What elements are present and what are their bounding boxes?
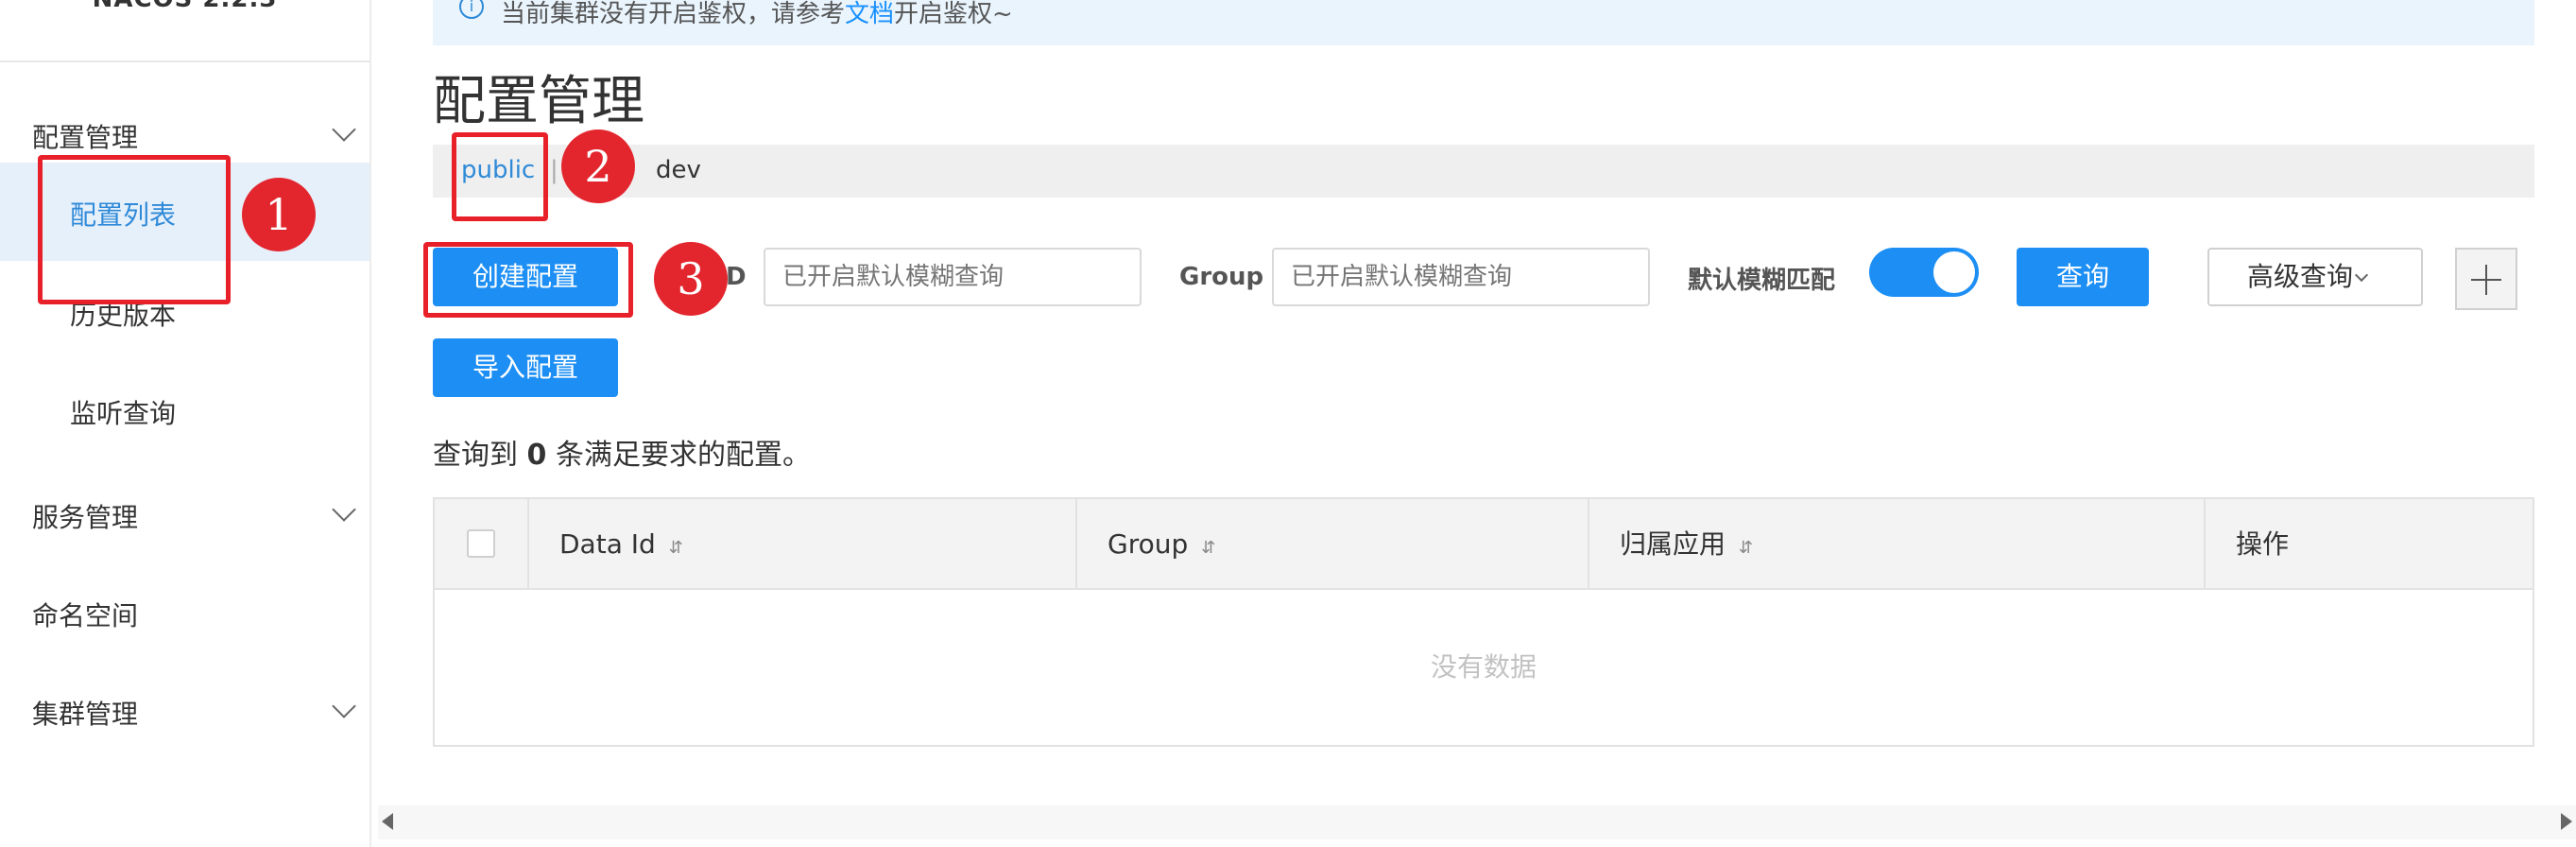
sort-icon[interactable]: ⇵ [669,538,683,558]
select-all-cell [435,499,529,590]
sidebar-group-label: 集群管理 [32,699,139,730]
annotation-highlight-box-3 [423,242,633,318]
sidebar-group-label: 服务管理 [32,502,139,533]
horizontal-scrollbar[interactable] [378,805,2576,839]
column-header-operation: 操作 [2206,499,2533,590]
brand-logo-text: NACOS 2.2.3 [0,0,369,13]
dataid-search-input[interactable] [764,248,1142,306]
result-prefix: 查询到 [433,439,518,472]
sidebar-group-label: 配置管理 [32,122,139,153]
column-label: Data Id [559,528,656,560]
advanced-query-label: 高级查询 [2247,261,2354,292]
sort-icon[interactable]: ⇵ [1739,538,1753,558]
result-summary: 查询到 0 条满足要求的配置。 [433,431,811,473]
notice-text: 当前集群没有开启鉴权，请参考文档开启鉴权~ [501,0,1013,29]
docs-link[interactable]: 文档 [845,0,894,28]
sidebar-group-cluster-management[interactable]: 集群管理 [0,677,369,743]
fuzzy-match-toggle[interactable] [1869,248,1979,297]
namespace-separator: | [550,156,558,184]
group-label: Group [1179,263,1264,291]
brand-header: NACOS 2.2.3 [0,0,369,62]
sidebar-item-listener-query[interactable]: 监听查询 [0,363,369,461]
sidebar-group-label: 命名空间 [32,600,139,631]
sidebar-group-namespace[interactable]: 命名空间 [0,579,369,645]
sidebar-group-service-management[interactable]: 服务管理 [0,480,369,546]
scroll-left-arrow-icon[interactable] [382,813,393,830]
sidebar: NACOS 2.2.3 配置管理 配置列表 历史版本 监听查询 服务管理 命名空… [0,0,371,847]
column-header-dataid[interactable]: Data Id ⇵ [529,499,1077,590]
table-header: Data Id ⇵ Group ⇵ 归属应用 ⇵ 操作 [435,499,2533,590]
chevron-down-icon [2354,268,2369,283]
sort-icon[interactable]: ⇵ [1201,538,1215,558]
result-count: 0 [526,439,547,472]
import-config-button[interactable]: 导入配置 [433,338,618,397]
column-label: Group [1108,528,1189,560]
empty-state-text: 没有数据 [1430,651,1537,683]
sidebar-item-label: 监听查询 [70,398,177,429]
column-label: 归属应用 [1620,528,1726,560]
page-title: 配置管理 [433,71,644,132]
notice-text-after: 开启鉴权~ [894,0,1013,28]
column-header-group[interactable]: Group ⇵ [1077,499,1589,590]
annotation-marker-2: 2 [561,130,635,203]
chevron-down-icon [332,117,356,142]
info-icon: i [459,0,484,19]
query-button[interactable]: 查询 [2017,248,2149,306]
notice-text-before: 当前集群没有开启鉴权，请参考 [501,0,846,28]
annotation-highlight-box-1 [38,155,231,304]
scroll-right-arrow-icon[interactable] [2561,813,2572,830]
namespace-dev[interactable]: dev [656,156,701,184]
column-header-app[interactable]: 归属应用 ⇵ [1589,499,2206,590]
chevron-down-icon [332,497,356,522]
toggle-knob [1933,251,1975,293]
auth-notice-banner: i 当前集群没有开启鉴权，请参考文档开启鉴权~ [433,0,2534,45]
column-label: 操作 [2236,528,2290,560]
plus-icon[interactable] [2455,248,2517,310]
dataid-label: D [726,263,747,291]
fuzzy-match-label: 默认模糊匹配 [1688,267,1836,295]
annotation-highlight-box-2 [452,132,548,221]
namespace-bar: public | dev [433,145,2534,198]
result-suffix: 条满足要求的配置。 [555,439,811,472]
annotation-marker-1: 1 [242,178,316,251]
group-search-input[interactable] [1272,248,1650,306]
config-table: Data Id ⇵ Group ⇵ 归属应用 ⇵ 操作 没有数据 [433,497,2534,747]
advanced-query-button[interactable]: 高级查询 [2207,248,2423,306]
chevron-down-icon [332,694,356,718]
select-all-checkbox[interactable] [467,529,495,558]
annotation-marker-3: 3 [654,242,728,316]
